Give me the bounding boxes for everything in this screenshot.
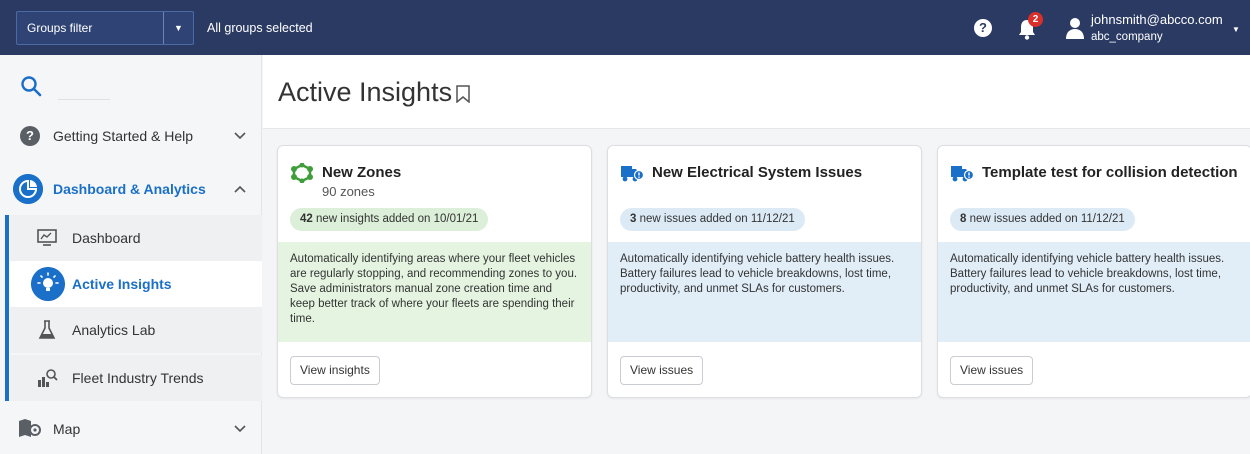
sidebar-item-label: Analytics Lab [72,322,156,338]
dashboard-icon [37,229,57,246]
sidebar-section-label: Dashboard & Analytics [53,181,206,197]
pill-count: 8 [960,213,967,225]
lightbulb-icon [31,267,65,301]
sidebar-item-analytics-lab[interactable]: Analytics Lab [10,307,262,353]
groups-status-text: All groups selected [207,21,313,35]
insight-card-collision-detection: Template test for collision detection 8 … [937,145,1250,398]
dashboard-analytics-icon [13,174,43,204]
sidebar-item-label: Active Insights [72,276,172,292]
card-title: New Zones [322,164,402,181]
notification-badge: 2 [1028,12,1043,27]
groups-filter-label: Groups filter [27,21,93,35]
search-icon[interactable] [20,75,42,97]
user-icon[interactable] [1066,17,1084,39]
help-icon[interactable]: ? [974,19,992,37]
main-content: Active Insights New Zones 90 zones 42 ne… [263,55,1250,454]
issue-count-pill: 3 new issues added on 11/12/21 [620,208,805,231]
user-email[interactable]: johnsmith@abcco.com [1091,12,1223,27]
truck-alert-icon [951,166,974,182]
pill-text: new issues added on 11/12/21 [639,213,795,225]
sidebar-section-label: Getting Started & Help [53,128,194,144]
card-subtitle: 90 zones [322,184,375,199]
search-input-underline[interactable] [58,99,110,100]
insight-card-new-zones: New Zones 90 zones 42 new insights added… [277,145,592,398]
help-icon: ? [20,126,40,146]
pill-text: new issues added on 11/12/21 [969,213,1125,225]
view-issues-button[interactable]: View issues [620,356,704,385]
card-title: Template test for collision detection [982,164,1238,181]
view-issues-button[interactable]: View issues [950,356,1034,385]
insight-card-electrical-issues: New Electrical System Issues 3 new issue… [607,145,922,398]
issue-count-pill: 8 new issues added on 11/12/21 [950,208,1135,231]
sidebar-section-getting-started[interactable]: ? Getting Started & Help [0,113,262,159]
sidebar: ? Getting Started & Help Dashboard & Ana… [0,55,262,454]
pill-text: new insights added on 10/01/21 [316,213,479,225]
card-description: Automatically identifying vehicle batter… [938,242,1250,342]
sidebar-item-label: Dashboard [72,230,141,246]
user-company: abc_company [1091,31,1163,43]
trends-icon [38,369,58,387]
subnav-indicator-bar [5,215,9,401]
sidebar-item-dashboard[interactable]: Dashboard [10,215,262,261]
flask-icon [38,320,56,339]
chevron-down-icon[interactable] [233,422,247,436]
view-insights-button[interactable]: View insights [290,356,380,385]
user-menu-chevron-icon[interactable]: ▼ [1232,25,1240,34]
chevron-down-icon[interactable]: ▼ [163,12,193,44]
insight-count-pill: 42 new insights added on 10/01/21 [290,208,489,231]
pill-count: 3 [630,213,637,225]
bookmark-icon[interactable] [455,85,471,103]
truck-alert-icon [621,166,644,182]
sidebar-subnav: Dashboard Active Insights Analytics Lab … [0,215,262,401]
sidebar-item-active-insights[interactable]: Active Insights [10,261,262,307]
chevron-down-icon[interactable] [233,129,247,143]
top-bar: Groups filter ▼ All groups selected ? 2 … [0,0,1250,55]
groups-filter-dropdown[interactable]: Groups filter ▼ [16,11,194,45]
sidebar-section-map[interactable]: Map [0,406,262,452]
page-header: Active Insights [263,55,1250,129]
pill-count: 42 [300,213,313,225]
zones-icon [291,163,313,183]
sidebar-item-label: Fleet Industry Trends [72,370,204,386]
page-title: Active Insights [278,77,453,107]
card-title: New Electrical System Issues [652,164,863,181]
sidebar-section-dashboard-analytics[interactable]: Dashboard & Analytics [0,166,262,212]
map-icon [19,419,41,437]
card-description: Automatically identifying vehicle batter… [608,242,921,342]
sidebar-section-label: Map [53,421,81,437]
chevron-up-icon[interactable] [233,182,247,196]
sidebar-item-fleet-industry-trends[interactable]: Fleet Industry Trends [10,355,262,401]
card-description: Automatically identifying areas where yo… [278,242,591,342]
